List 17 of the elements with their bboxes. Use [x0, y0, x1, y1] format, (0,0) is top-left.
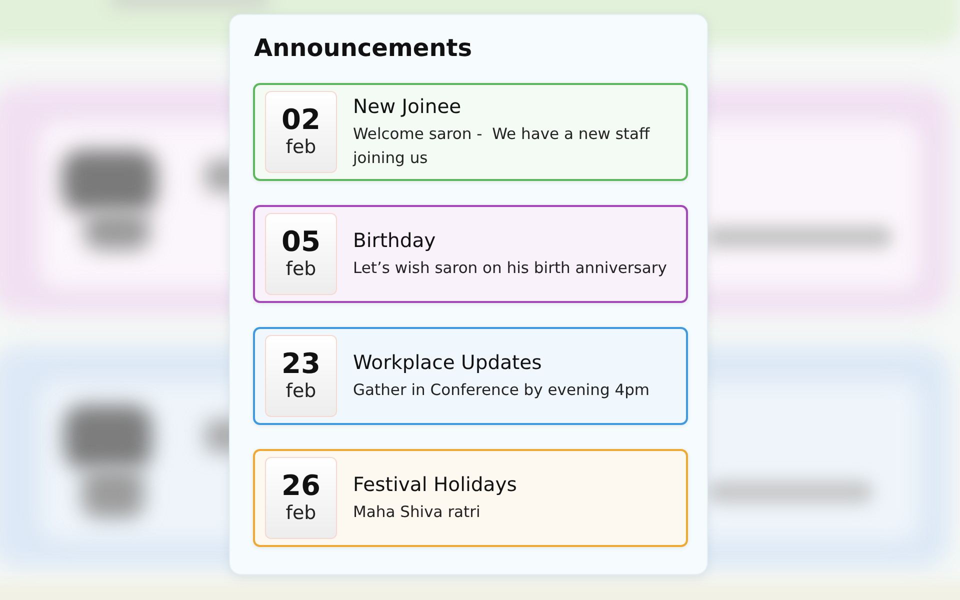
- date-day: 02: [282, 105, 320, 135]
- announcement-text: Let’s wish saron on his birth anniversary: [353, 258, 667, 279]
- announcement-title: Workplace Updates: [353, 350, 542, 375]
- date-month: feb: [286, 379, 316, 403]
- date-month: feb: [286, 135, 316, 159]
- announcement-text: Gather in Conference by evening 4pm: [353, 380, 650, 401]
- date-month: feb: [286, 501, 316, 525]
- date-day: 26: [282, 471, 320, 501]
- announcement-title: New Joinee: [353, 94, 462, 119]
- date-day: 23: [282, 349, 320, 379]
- announcement-title: Festival Holidays: [353, 472, 517, 497]
- announcement-text: Welcome saron - We have a new staff joining us: [353, 124, 651, 169]
- announcement-text: Maha Shiva ratri: [353, 502, 480, 523]
- panel-title: Announcements: [254, 33, 472, 64]
- date-month: feb: [286, 257, 316, 281]
- date-day: 05: [282, 227, 320, 257]
- announcement-title: Birthday: [353, 228, 436, 253]
